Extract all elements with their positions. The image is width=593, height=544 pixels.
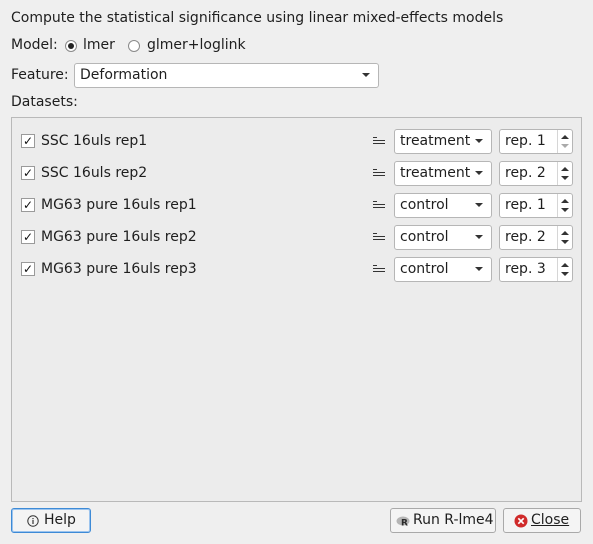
drag-handle-icon[interactable] [373, 201, 385, 209]
dataset-row: ✓ MG63 pure 16uls rep3 control rep. 3 [12, 255, 581, 283]
dataset-name: MG63 pure 16uls rep1 [41, 197, 197, 213]
radio-lmer-label[interactable]: lmer [83, 37, 115, 53]
close-circle-icon [514, 514, 528, 528]
dataset-name: MG63 pure 16uls rep3 [41, 261, 197, 277]
group-select[interactable]: treatment [394, 129, 492, 154]
group-select[interactable]: control [394, 257, 492, 282]
close-button-label: Close [531, 512, 570, 528]
chevron-down-icon [475, 139, 483, 143]
run-button-label: Run R-lme4 [413, 512, 494, 528]
spin-down-icon[interactable] [561, 240, 569, 244]
replicate-value: rep. 3 [505, 261, 546, 277]
chevron-down-icon [475, 235, 483, 239]
chevron-down-icon [475, 203, 483, 207]
group-select[interactable]: control [394, 225, 492, 250]
datasets-panel: ✓ SSC 16uls rep1 treatment rep. 1 ✓ SSC … [11, 117, 582, 502]
model-label: Model: [11, 37, 58, 53]
dataset-name: SSC 16uls rep1 [41, 133, 148, 149]
dataset-row: ✓ SSC 16uls rep1 treatment rep. 1 [12, 127, 581, 155]
dataset-checkbox[interactable]: ✓ [21, 230, 35, 244]
spin-up-icon[interactable] [561, 231, 569, 235]
spin-up-icon[interactable] [561, 135, 569, 139]
replicate-value: rep. 1 [505, 197, 546, 213]
drag-handle-icon[interactable] [373, 265, 385, 273]
group-select[interactable]: control [394, 193, 492, 218]
radio-lmer[interactable] [65, 40, 77, 52]
replicate-spinbox[interactable]: rep. 2 [499, 225, 573, 250]
feature-select-value: Deformation [80, 67, 168, 83]
help-button-label: Help [44, 512, 76, 528]
group-select-value: treatment [400, 165, 471, 181]
dataset-row: ✓ MG63 pure 16uls rep1 control rep. 1 [12, 191, 581, 219]
close-button[interactable]: Close [503, 508, 581, 533]
replicate-spinbox[interactable]: rep. 3 [499, 257, 573, 282]
svg-text:R: R [401, 519, 408, 528]
dataset-row: ✓ MG63 pure 16uls rep2 control rep. 2 [12, 223, 581, 251]
dataset-checkbox[interactable]: ✓ [21, 134, 35, 148]
spin-up-icon[interactable] [561, 263, 569, 267]
drag-handle-icon[interactable] [373, 137, 385, 145]
dataset-row: ✓ SSC 16uls rep2 treatment rep. 2 [12, 159, 581, 187]
radio-glmer-loglink[interactable] [128, 40, 140, 52]
spin-down-icon[interactable] [561, 176, 569, 180]
radio-glmer-loglink-label[interactable]: glmer+loglink [147, 37, 246, 53]
drag-handle-icon[interactable] [373, 233, 385, 241]
spin-down-icon[interactable] [561, 272, 569, 276]
group-select-value: control [400, 229, 449, 245]
chevron-down-icon [475, 171, 483, 175]
group-select-value: control [400, 261, 449, 277]
spin-up-icon[interactable] [561, 199, 569, 203]
replicate-spinbox[interactable]: rep. 2 [499, 161, 573, 186]
dialog-heading: Compute the statistical significance usi… [11, 10, 504, 26]
spin-down-icon[interactable] [561, 208, 569, 212]
replicate-value: rep. 1 [505, 133, 546, 149]
run-r-lme4-button[interactable]: R Run R-lme4 [390, 508, 496, 533]
group-select-value: treatment [400, 133, 471, 149]
replicate-value: rep. 2 [505, 165, 546, 181]
replicate-spinbox[interactable]: rep. 1 [499, 129, 573, 154]
datasets-label: Datasets: [11, 94, 78, 110]
dataset-checkbox[interactable]: ✓ [21, 198, 35, 212]
group-select-value: control [400, 197, 449, 213]
replicate-spinbox[interactable]: rep. 1 [499, 193, 573, 218]
chevron-down-icon [362, 73, 370, 77]
dataset-checkbox[interactable]: ✓ [21, 262, 35, 276]
spin-up-icon[interactable] [561, 167, 569, 171]
group-select[interactable]: treatment [394, 161, 492, 186]
r-logo-icon: R [396, 516, 410, 528]
help-button[interactable]: Help [11, 508, 91, 533]
dataset-checkbox[interactable]: ✓ [21, 166, 35, 180]
spin-down-icon[interactable] [561, 144, 569, 148]
feature-label: Feature: [11, 67, 69, 83]
drag-handle-icon[interactable] [373, 169, 385, 177]
dataset-name: MG63 pure 16uls rep2 [41, 229, 197, 245]
dataset-name: SSC 16uls rep2 [41, 165, 148, 181]
replicate-value: rep. 2 [505, 229, 546, 245]
chevron-down-icon [475, 267, 483, 271]
feature-select[interactable]: Deformation [74, 63, 379, 88]
info-icon [27, 515, 39, 527]
